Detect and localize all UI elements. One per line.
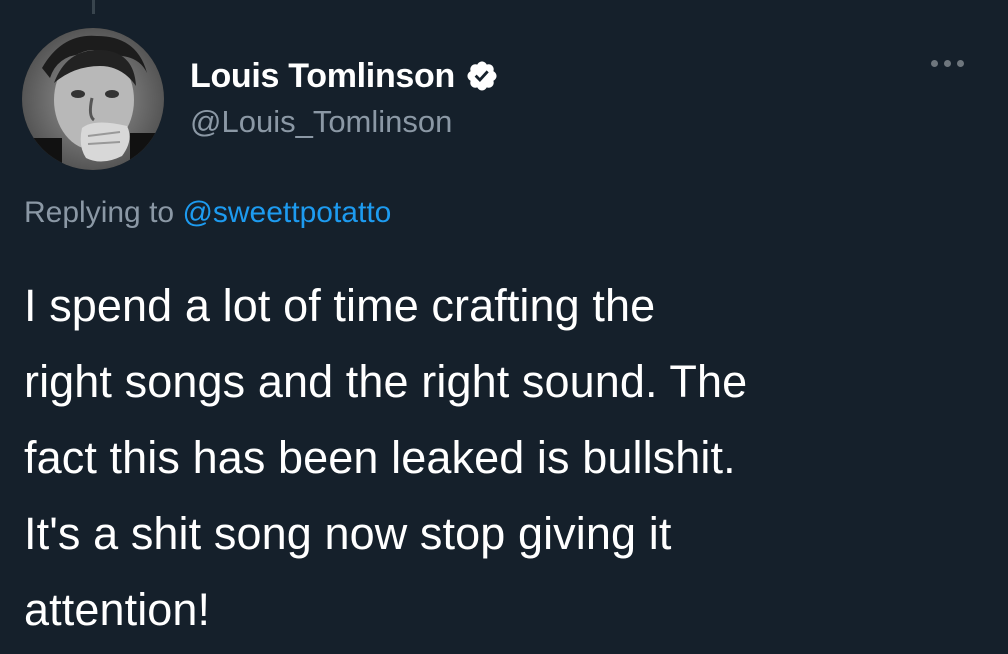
more-options-icon[interactable] bbox=[931, 60, 964, 67]
verified-badge-icon bbox=[465, 59, 499, 93]
more-dot bbox=[931, 60, 938, 67]
more-dot bbox=[957, 60, 964, 67]
author-display-name[interactable]: Louis Tomlinson bbox=[190, 57, 455, 96]
author-name-row: Louis Tomlinson bbox=[190, 54, 499, 98]
tweet-text-line: attention! bbox=[24, 584, 211, 635]
tweet-text-line: right songs and the right sound. The bbox=[24, 356, 748, 407]
author-handle[interactable]: @Louis_Tomlinson bbox=[190, 104, 499, 140]
tweet-card[interactable]: Louis Tomlinson @Louis_Tomlinson Replyin… bbox=[0, 0, 1008, 654]
more-dot bbox=[944, 60, 951, 67]
tweet-text-line: fact this has been leaked is bullshit. bbox=[24, 432, 736, 483]
reply-mention-link[interactable]: @sweettpotatto bbox=[182, 196, 391, 229]
avatar[interactable] bbox=[22, 28, 164, 170]
tweet-text-line: It's a shit song now stop giving it bbox=[24, 508, 672, 559]
avatar-image bbox=[22, 28, 164, 170]
tweet-text-line: I spend a lot of time crafting the bbox=[24, 280, 656, 331]
replying-to-label: Replying to bbox=[24, 196, 175, 229]
author-info[interactable]: Louis Tomlinson @Louis_Tomlinson bbox=[190, 54, 499, 140]
tweet-text: I spend a lot of time crafting the right… bbox=[24, 268, 984, 648]
replying-to: Replying to @sweettpotatto bbox=[24, 196, 391, 230]
